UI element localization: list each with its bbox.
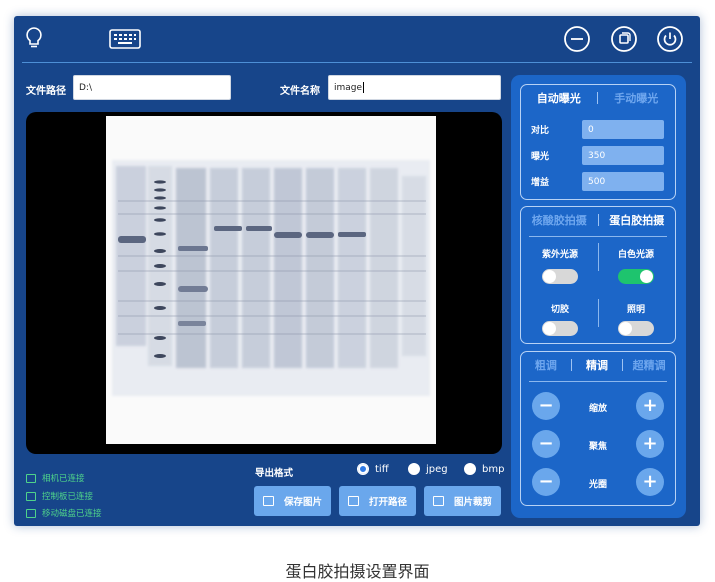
toggle-knob (543, 270, 556, 283)
tab-ultra-fine[interactable]: 超精调 (623, 357, 675, 373)
toggle-knob (640, 270, 653, 283)
radio-label: tiff (375, 463, 389, 475)
radio-dot (408, 463, 420, 475)
tab-fine[interactable]: 精调 (572, 357, 623, 373)
white-light-toggle[interactable] (618, 269, 654, 284)
minimize-icon[interactable] (563, 25, 591, 53)
tab-nucleic-gel[interactable]: 核酸胶拍摄 (521, 212, 598, 228)
gel-cut-toggle[interactable] (542, 321, 578, 336)
aperture-plus-button[interactable]: + (636, 468, 664, 496)
white-light-label: 白色光源 (617, 250, 654, 260)
exposure-box: 自动曝光 手动曝光 对比 0 曝光 350 增益 500 (520, 84, 676, 200)
camera-status-text: 相机已连接 (42, 474, 85, 484)
crop-image-button[interactable]: 图片裁剪 (424, 486, 501, 516)
toolbar-divider (22, 62, 692, 63)
file-path-value: D:\ (79, 82, 92, 93)
uv-light-toggle[interactable] (542, 269, 578, 284)
tab-auto-exposure[interactable]: 自动曝光 (521, 90, 597, 106)
tab-protein-gel[interactable]: 蛋白胶拍摄 (599, 212, 676, 228)
file-name-value: image (334, 82, 363, 93)
uv-light-label: 紫外光源 (541, 250, 578, 260)
control-panel: 自动曝光 手动曝光 对比 0 曝光 350 增益 500 核酸胶拍摄 蛋白胶拍摄… (511, 75, 686, 518)
illumination-toggle[interactable] (618, 321, 654, 336)
capture-tabs: 核酸胶拍摄 蛋白胶拍摄 (521, 207, 675, 233)
exposure-label: 曝光 (531, 152, 550, 162)
disk-status: 移动磁盘已连接 (26, 507, 102, 519)
disk-status-text: 移动磁盘已连接 (42, 509, 102, 519)
disk-icon (26, 508, 36, 518)
lightbulb-icon[interactable] (22, 26, 46, 50)
tab-coarse[interactable]: 粗调 (521, 357, 571, 373)
save-image-label: 保存图片 (283, 497, 322, 508)
column-divider (598, 243, 599, 271)
gain-value: 500 (588, 176, 606, 187)
radio-dot (464, 463, 476, 475)
figure-caption: 蛋白胶拍摄设置界面 (285, 562, 430, 581)
gel-cut-label: 切胶 (550, 305, 569, 315)
plus-icon: + (642, 395, 658, 416)
camera-status: 相机已连接 (26, 472, 85, 484)
exposure-tabs: 自动曝光 手动曝光 (521, 85, 675, 111)
exposure-input[interactable]: 350 (582, 146, 664, 165)
radio-label: jpeg (426, 463, 448, 475)
plus-icon: + (642, 433, 658, 454)
plus-icon: + (642, 471, 658, 492)
app-window: 文件路径 D:\ 文件名称 image 相机已连接 控制板已连接 移动磁盘已连接… (14, 16, 700, 526)
zoom-plus-button[interactable]: + (636, 392, 664, 420)
file-path-label: 文件路径 (26, 86, 66, 97)
radio-bmp[interactable]: bmp (464, 463, 504, 475)
radio-jpeg[interactable]: jpeg (408, 463, 448, 475)
radio-tiff[interactable]: tiff (357, 463, 389, 475)
gel-image (106, 116, 436, 444)
toggle-knob (543, 322, 556, 335)
export-format-label: 导出格式 (255, 468, 294, 479)
image-icon (262, 496, 274, 506)
open-path-button[interactable]: 打开路径 (339, 486, 416, 516)
camera-icon (26, 473, 36, 483)
column-divider (598, 299, 599, 327)
contrast-input[interactable]: 0 (582, 120, 664, 139)
open-path-label: 打开路径 (368, 497, 407, 508)
restore-icon[interactable] (610, 25, 638, 53)
file-name-label: 文件名称 (280, 86, 320, 97)
tab-manual-exposure[interactable]: 手动曝光 (598, 90, 676, 106)
illumination-label: 照明 (626, 305, 645, 315)
tab-underline (529, 236, 667, 237)
crop-image-label: 图片裁剪 (453, 497, 492, 508)
crop-icon (432, 496, 444, 506)
save-image-button[interactable]: 保存图片 (254, 486, 331, 516)
tuning-tabs: 粗调 精调 超精调 (521, 352, 675, 378)
tuning-box: 粗调 精调 超精调 − 缩放 + − 聚焦 + − 光圈 + (520, 351, 676, 506)
radio-dot (357, 463, 369, 475)
image-viewer[interactable] (26, 112, 502, 454)
board-icon (26, 491, 36, 501)
tab-underline (529, 381, 667, 382)
toggle-knob (619, 322, 632, 335)
radio-label: bmp (482, 463, 505, 475)
folder-icon (347, 496, 359, 506)
contrast-label: 对比 (531, 126, 550, 136)
focus-plus-button[interactable]: + (636, 430, 664, 458)
board-status-text: 控制板已连接 (42, 492, 94, 502)
power-icon[interactable] (656, 25, 684, 53)
board-status: 控制板已连接 (26, 490, 93, 502)
exposure-value: 350 (588, 150, 606, 161)
gain-label: 增益 (531, 178, 550, 188)
capture-box: 核酸胶拍摄 蛋白胶拍摄 紫外光源 白色光源 切胶 照明 (520, 206, 676, 344)
keyboard-icon[interactable] (108, 28, 142, 50)
file-name-input[interactable]: image (328, 75, 501, 100)
contrast-value: 0 (588, 124, 594, 135)
top-toolbar (14, 16, 700, 64)
gain-input[interactable]: 500 (582, 172, 664, 191)
file-path-input[interactable]: D:\ (73, 75, 231, 100)
